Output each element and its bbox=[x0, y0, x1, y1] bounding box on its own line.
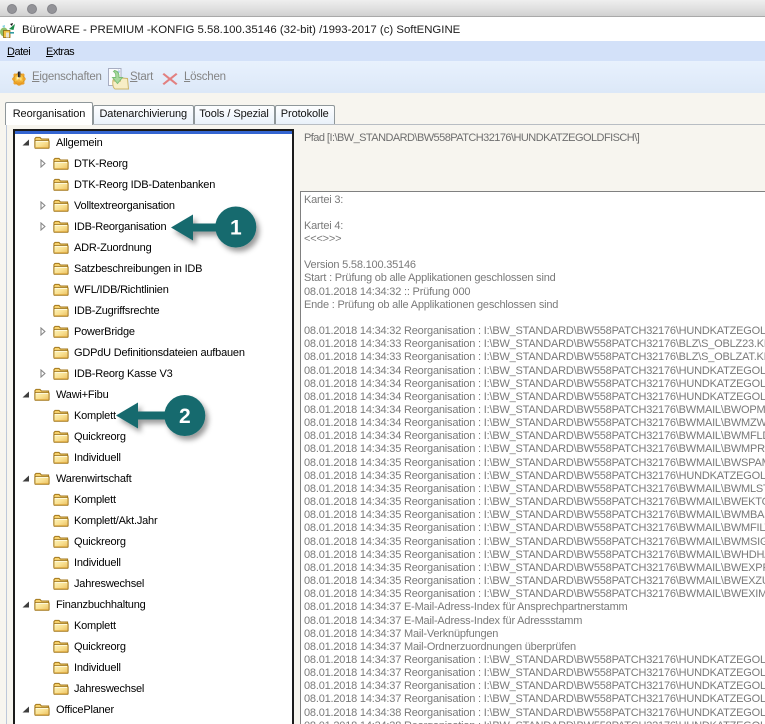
svg-text:1: 1 bbox=[230, 217, 242, 240]
svg-text:2: 2 bbox=[179, 405, 191, 428]
